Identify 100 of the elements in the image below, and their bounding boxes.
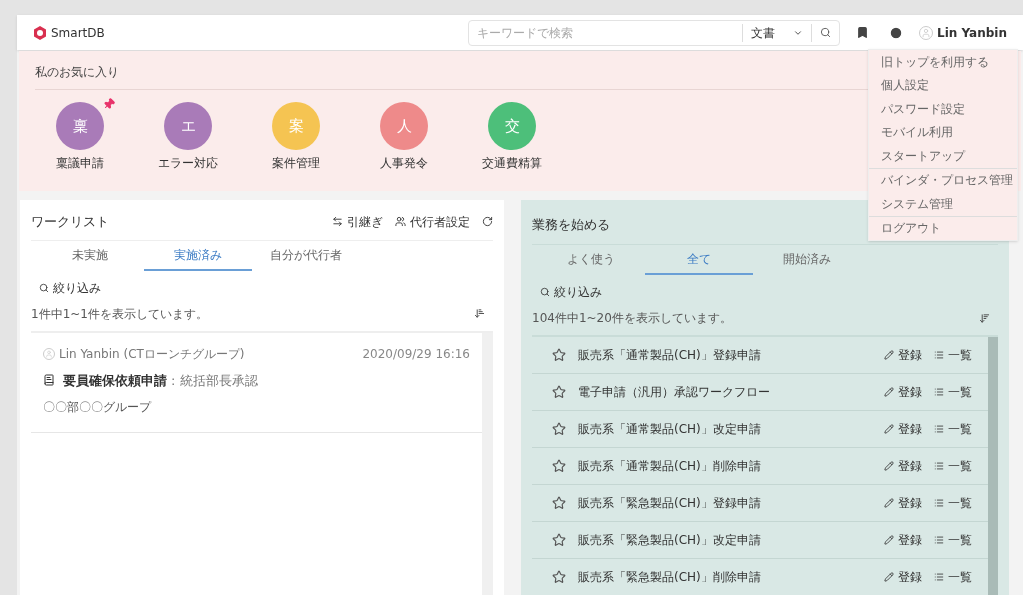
pencil-icon <box>884 350 894 360</box>
document-icon <box>43 374 55 387</box>
register-button[interactable]: 登録 <box>884 531 922 549</box>
register-button[interactable]: 登録 <box>884 568 922 586</box>
menu-item[interactable]: ログアウト <box>869 216 1017 240</box>
register-button[interactable]: 登録 <box>884 346 922 364</box>
process-row[interactable]: 販売系「通常製品(CH)」改定申請 登録 一覧 <box>532 411 988 448</box>
star-button[interactable] <box>552 496 566 510</box>
process-row[interactable]: 電子申請（汎用）承認ワークフロー 登録 一覧 <box>532 374 988 411</box>
pencil-icon <box>884 424 894 434</box>
register-button[interactable]: 登録 <box>884 494 922 512</box>
refresh-icon <box>482 216 493 228</box>
star-button[interactable] <box>552 348 566 362</box>
process-name: 販売系「緊急製品(CH)」改定申請 <box>578 532 761 549</box>
menu-item[interactable]: スタートアップ <box>869 144 1017 168</box>
item-step: : 統括部長承認 <box>171 370 258 390</box>
section-title: 業務を始める <box>532 217 610 232</box>
tab[interactable]: 開始済み <box>753 245 861 275</box>
search-icon <box>820 27 832 38</box>
process-row[interactable]: 販売系「緊急製品(CH)」登録申請 登録 一覧 <box>532 485 988 522</box>
section-title: ワークリスト <box>31 213 109 231</box>
result-count: 104件中1~20件を表示しています。 <box>532 310 732 327</box>
pencil-icon <box>884 387 894 397</box>
sort-button[interactable] <box>474 308 485 319</box>
list-button[interactable]: 一覧 <box>934 457 972 475</box>
item-time: 2020/09/29 16:16 <box>362 345 470 363</box>
menu-item[interactable]: バインダ・プロセス管理 <box>869 168 1017 192</box>
process-name: 販売系「通常製品(CH)」削除申請 <box>578 458 761 475</box>
logo-text: SmartDB <box>51 24 105 42</box>
search-bar[interactable]: キーワードで検索 文書 <box>468 19 841 46</box>
filter-button[interactable]: 絞り込み <box>540 283 602 301</box>
scrollbar[interactable] <box>988 337 998 595</box>
search-field[interactable]: キーワードで検索 <box>469 20 743 45</box>
process-name: 電子申請（汎用）承認ワークフロー <box>578 384 770 401</box>
register-button[interactable]: 登録 <box>884 420 922 438</box>
process-name: 販売系「通常製品(CH)」改定申請 <box>578 421 761 438</box>
arrows-icon <box>332 216 343 228</box>
filter-button[interactable]: 絞り込み <box>39 278 101 297</box>
favorite-label: 稟議申請 <box>56 155 104 172</box>
pencil-icon <box>884 572 894 582</box>
pencil-icon <box>884 461 894 471</box>
list-icon <box>934 461 944 471</box>
sort-icon <box>979 312 990 324</box>
register-button[interactable]: 登録 <box>884 383 922 401</box>
search-icon <box>39 282 49 293</box>
favorite-label: エラー対応 <box>158 155 218 172</box>
avatar-icon <box>43 347 55 360</box>
bookmark-button[interactable] <box>856 26 870 39</box>
scrollbar[interactable] <box>482 332 493 595</box>
tab[interactable]: 実施済み <box>144 240 252 271</box>
scope-dropdown[interactable]: 文書 <box>742 23 813 42</box>
menu-item[interactable]: モバイル利用 <box>869 120 1017 144</box>
tab[interactable]: 全て <box>645 245 753 275</box>
handover-button[interactable]: 引継ぎ <box>332 212 383 231</box>
pencil-icon <box>884 498 894 508</box>
menu-item[interactable]: システム管理 <box>869 192 1017 216</box>
item-title: 要員確保依頼申請 <box>63 371 167 390</box>
item-user: Lin Yanbin (CTローンチグループ) <box>59 345 245 363</box>
list-button[interactable]: 一覧 <box>934 568 972 586</box>
list-icon <box>934 498 944 508</box>
search-icon <box>540 287 550 297</box>
star-icon <box>552 533 566 547</box>
list-button[interactable]: 一覧 <box>934 420 972 438</box>
sort-button[interactable] <box>979 312 990 324</box>
star-button[interactable] <box>552 422 566 436</box>
user-menu-button[interactable]: Lin Yanbin <box>919 23 1007 42</box>
process-name: 販売系「通常製品(CH)」登録申請 <box>578 347 761 364</box>
proxy-settings-button[interactable]: 代行者設定 <box>395 212 470 231</box>
users-icon <box>395 216 406 228</box>
tab[interactable]: 自分が代行者 <box>252 240 360 271</box>
favorite-label: 人事発令 <box>380 155 428 172</box>
star-button[interactable] <box>552 570 566 584</box>
list-icon <box>934 572 944 582</box>
star-icon <box>552 385 566 399</box>
star-button[interactable] <box>552 533 566 547</box>
star-button[interactable] <box>552 459 566 473</box>
register-button[interactable]: 登録 <box>884 457 922 475</box>
refresh-button[interactable] <box>482 216 493 228</box>
list-button[interactable]: 一覧 <box>934 383 972 401</box>
process-row[interactable]: 販売系「通常製品(CH)」登録申請 登録 一覧 <box>532 337 988 374</box>
star-icon <box>552 422 566 436</box>
star-icon <box>552 570 566 584</box>
list-button[interactable]: 一覧 <box>934 531 972 549</box>
result-count: 1件中1~1件を表示しています。 <box>31 305 208 323</box>
process-row[interactable]: 販売系「緊急製品(CH)」改定申請 登録 一覧 <box>532 522 988 559</box>
menu-item[interactable]: パスワード設定 <box>869 97 1017 121</box>
star-button[interactable] <box>552 385 566 399</box>
bookmark-icon <box>856 26 870 39</box>
process-name: 販売系「緊急製品(CH)」登録申請 <box>578 495 761 512</box>
favorite-label: 交通費精算 <box>482 155 542 172</box>
pencil-icon <box>884 535 894 545</box>
tab[interactable]: 未実施 <box>36 240 144 271</box>
logo-icon <box>33 25 47 40</box>
list-button[interactable]: 一覧 <box>934 346 972 364</box>
star-icon <box>552 459 566 473</box>
list-button[interactable]: 一覧 <box>934 494 972 512</box>
process-row[interactable]: 販売系「通常製品(CH)」削除申請 登録 一覧 <box>532 448 988 485</box>
tab[interactable]: よく使う <box>537 245 645 275</box>
list-icon <box>934 350 944 360</box>
list-icon <box>934 535 944 545</box>
